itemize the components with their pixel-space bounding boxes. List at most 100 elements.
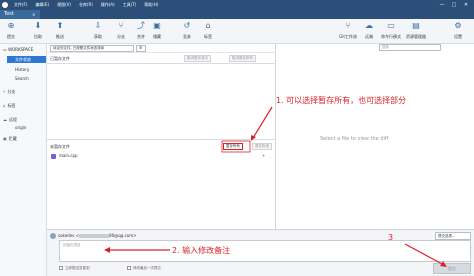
explorer-icon: ▤ [412,21,420,30]
toolbar-label: 获取 [94,34,102,39]
toolbar-push-button[interactable]: ⬆ 推送 [51,21,69,40]
unstage-all-button[interactable]: 取消暂存所有 [229,55,256,62]
menu-actions[interactable]: 操作(A) [101,0,115,10]
checkbox-box [59,266,63,270]
section-label: 标签 [7,103,16,108]
maximize-button[interactable]: □ [448,0,460,10]
toolbar-label: 命令行模式 [381,34,401,39]
toolbar-tag-button[interactable]: ⌂ 标签 [199,21,217,40]
title-bar: 文件(F) 编辑(E) 视图(V) 仓库(R) 操作(A) 工具(T) 帮助(H… [0,0,474,10]
commit-options-select[interactable]: 提交选项... [435,232,471,240]
diff-panel: 搜索 Select a file to view the diff [276,44,474,258]
workspace-header: ▭ WORKSPACE [3,47,33,52]
toolbar-branch-button[interactable]: ⑂ 分支 [112,21,130,40]
toolbar-settings-button[interactable]: ⚙ 设置 [449,21,467,40]
amend-checkbox[interactable]: 修改最后一次提交 [127,266,161,271]
stash-icon: ▣ [153,21,161,30]
toolbar-stash-button[interactable]: ▣ 储藏 [148,21,166,40]
commit-author: sokedev < 80@qq.com> [58,232,137,239]
workspace-label: WORKSPACE [8,47,34,52]
window-controls: — □ ✕ [436,0,472,10]
sidebar-section-remotes[interactable]: ☁ 远程 [3,117,17,123]
toolbar-label: 设置 [454,34,462,39]
toolbar-gitflow-button[interactable]: ⑂ Git工作流 [338,21,358,40]
commit-submit-button[interactable]: 提交 [433,263,471,274]
sidebar-item-history[interactable]: History [12,66,46,73]
toolbar-label: 分支 [117,34,125,39]
sidebar-section-branches[interactable]: ⑂ 分支 [3,89,15,95]
divider [47,139,276,140]
tab-label: Test [4,11,14,17]
annotation-3: 3 [388,233,394,242]
unstaged-header: 未暂存文件 暂存所有 暂存所选 [47,142,276,151]
annotation-1: 1. 可以选择暂存所有，也可选择部分 [276,96,407,105]
tab-close-icon[interactable]: × [32,10,35,19]
stage-file-icon[interactable]: + [262,153,265,159]
section-label: 远程 [9,117,17,122]
checkbox-label: 立即推送变更到 [65,266,90,270]
toolbar-label: 资源管理器 [406,34,426,39]
diff-empty-message: Select a file to view the diff [320,136,389,142]
filter-bar: 待定的文件, 已按照文件状态排序 ☰ [47,44,276,53]
unstaged-title: 未暂存文件 [50,144,70,149]
branch-icon: ⑂ [3,89,6,94]
avatar [50,233,56,239]
menu-tools[interactable]: 工具(T) [123,0,137,10]
modified-file-icon [51,153,56,159]
minimize-button[interactable]: — [436,0,448,10]
menu-edit[interactable]: 编辑(E) [35,0,49,10]
redacted-email [79,234,110,238]
gitflow-icon: ⑂ [345,21,351,30]
staged-title: 已暂存文件 [50,56,70,61]
commit-message-input[interactable]: 初始化项目 [59,240,471,262]
diff-search-input[interactable]: 搜索 [379,44,441,51]
view-mode-select[interactable]: ☰ [136,45,146,52]
sidebar-section-tags[interactable]: ⌂ 标签 [3,103,16,109]
file-status-panel: 待定的文件, 已按照文件状态排序 ☰ 已暂存文件 取消暂存选中 取消暂存所有 未… [47,44,276,258]
menu-file[interactable]: 文件(F) [14,0,27,10]
pull-icon: ⬇ [34,21,42,30]
sidebar-item-search[interactable]: Search [12,75,46,82]
toolbar-fetch-button[interactable]: ⇩ 获取 [89,21,107,40]
menu-repository[interactable]: 仓库(R) [79,0,93,10]
checkbox-label: 修改最后一次提交 [133,266,161,270]
section-label: 贮藏 [8,136,17,141]
toolbar-terminal-button[interactable]: ▭ 命令行模式 [380,21,402,40]
merge-icon: ⤴ [137,21,145,30]
menu-bar: 文件(F) 编辑(E) 视图(V) 仓库(R) 操作(A) 工具(T) 帮助(H… [14,0,166,10]
unstage-selected-button[interactable]: 取消暂存选中 [184,55,211,62]
toolbar-commit-button[interactable]: ⊕ 提交 [2,21,20,40]
toolbar-explorer-button[interactable]: ▤ 资源管理器 [405,21,427,40]
toolbar-label: 提交 [7,34,15,39]
stage-selected-button[interactable]: 暂存所选 [252,143,272,150]
tag-icon: ⌂ [3,103,6,108]
push-immediately-checkbox[interactable]: 立即推送变更到 [59,266,90,271]
menu-view[interactable]: 视图(V) [57,0,71,10]
menu-help[interactable]: 帮助(H) [144,0,158,10]
stash-icon: ▣ [3,136,7,141]
toolbar-discard-button[interactable]: ↺ 丢弃 [178,21,196,40]
toolbar-pull-button[interactable]: ⬇ 拉取 [29,21,47,40]
toolbar-label: 远端 [365,34,373,39]
toolbar-label: Git工作流 [339,34,357,39]
stage-all-button[interactable]: 暂存所有 [223,143,243,150]
toolbar-label: 推送 [56,34,64,39]
list-item[interactable]: main.cpp + [51,153,271,159]
settings-icon: ⚙ [454,21,462,30]
sidebar-item-origin[interactable]: origin [12,124,46,131]
close-window-button[interactable]: ✕ [460,0,472,10]
commit-message-text: 初始化项目 [63,243,81,247]
toolbar-remote-button[interactable]: ☁ 远端 [360,21,378,40]
status-filter-select[interactable]: 待定的文件, 已按照文件状态排序 [50,45,134,52]
section-label: 分支 [7,89,16,94]
toolbar-label: 丢弃 [183,34,191,39]
sidebar-item-file-status[interactable]: 文件状态 [7,56,46,63]
divider [47,63,276,64]
branch-icon: ⑂ [118,21,124,30]
fetch-icon: ⇩ [94,21,102,30]
commit-area: sokedev < 80@qq.com> 提交选项... 初始化项目 立即推送变更… [47,229,474,276]
staged-header: 已暂存文件 取消暂存选中 取消暂存所有 [47,54,276,63]
sidebar-section-stashes[interactable]: ▣ 贮藏 [3,136,17,142]
toolbar-label: 储藏 [153,34,161,39]
tag-icon: ⌂ [205,21,211,30]
